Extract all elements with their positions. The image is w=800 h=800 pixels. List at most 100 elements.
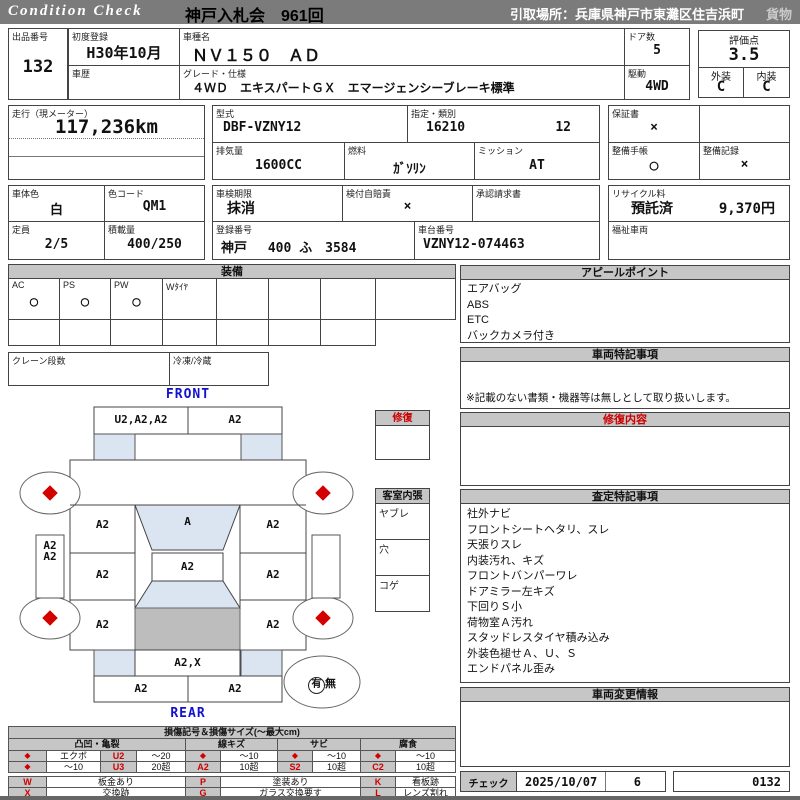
doors-value: 5 (653, 43, 661, 58)
displacement-cell: 排気量 1600CC (212, 142, 345, 180)
mileage-cell: 走行（現メーター） 117,236km (8, 105, 205, 180)
type-code-value: DBF-VZNY12 (223, 120, 302, 135)
fuel-cell: 燃料 ｶﾞｿﾘﾝ (344, 142, 475, 180)
registration-number-label: 登録番号 (216, 225, 253, 235)
maintenance-record-value: × (740, 157, 749, 172)
insurance-value: × (403, 199, 412, 214)
equipment-mark: ○ (29, 294, 39, 310)
cabin-tear-cell: ヤブレ (375, 503, 430, 540)
equipment-mark: ○ (132, 294, 141, 310)
equipment-cell-empty (268, 278, 321, 320)
mark-roof: A2 (180, 560, 195, 573)
drive-cell: 駆動 4WD (624, 65, 690, 100)
fuel-value: ｶﾞｿﾘﾝ (393, 162, 426, 177)
registration-number-cell: 登録番号 神戸 400 ふ 3584 (212, 221, 415, 260)
bottom-edge (0, 796, 800, 800)
color-code-value: QM1 (142, 199, 167, 214)
assessment-notes-header: 査定特記事項 (460, 489, 790, 504)
transmission-cell: ミッション AT (474, 142, 600, 180)
mark-front-right: A2 (266, 518, 280, 531)
class-value-2: 12 (555, 120, 571, 135)
repair-mini-header: 修復 (375, 410, 430, 426)
appeal-item: ETC (467, 314, 489, 326)
type-code-label: 型式 (216, 109, 235, 119)
equipment-cell-ac: AC ○ (8, 278, 60, 320)
cargo-tag: 貨物 (765, 7, 792, 22)
cabin-hole-cell: 穴 (375, 539, 430, 576)
appeal-points-body: エアバッグ ABS ETC バックカメラ付き (460, 279, 790, 343)
lot-number-cell: 出品番号 132 (8, 28, 68, 100)
inspection-value: 抹消 (227, 201, 255, 217)
check-label: チェック (468, 779, 509, 790)
check-code: 0132 (752, 775, 781, 789)
doors-cell: ドア数 5 (624, 28, 690, 66)
change-info-body (460, 701, 790, 767)
equipment-cell-empty (162, 319, 217, 346)
assessment-item: エンドパネル歪み (467, 663, 555, 675)
registration-number-value: 神戸 400 ふ 3584 (221, 241, 357, 256)
assessment-item: 天張りスレ (467, 539, 522, 551)
cabin-burn-cell: コゲ (375, 575, 430, 612)
warranty-cell: 保証書 × (608, 105, 700, 143)
assessment-item: フロントシートヘタリ、スレ (467, 523, 610, 536)
type-code-cell: 型式 DBF-VZNY12 (212, 105, 408, 143)
approval-request-label: 承認請求書 (476, 189, 522, 199)
transmission-label: ミッション (478, 146, 524, 156)
grade-cell: グレード・仕様 ４ＷＤ エキスパートＧＸ エマージェンシーブレーキ標準 (179, 65, 625, 100)
presence-yes-mark: 有 (308, 677, 325, 694)
appeal-item: ABS (467, 298, 490, 311)
mark-rear-right: A2 (266, 618, 280, 631)
cabin-tear-label: ヤブレ (379, 509, 409, 520)
legend-code-s2: S2 (277, 761, 313, 773)
check-number: 6 (633, 775, 641, 789)
vehicle-notes-body: ※記載のない書類・機器等は無しとして取り扱いします。 (460, 361, 790, 409)
mark-mid-left: A2 (95, 568, 110, 581)
load-capacity-cell: 積載量 400/250 (104, 221, 205, 260)
equipment-label: Wﾀｲﾔ (166, 282, 188, 292)
exterior-grade-value: C (716, 79, 726, 95)
legend-dent-size-2: 20超 (136, 761, 186, 773)
fridge-label: 冷凍/冷蔵 (173, 356, 212, 366)
mark-bottom-left: A2 (134, 682, 148, 695)
load-capacity-label: 積載量 (108, 225, 136, 235)
legend-dent-name-2: 〜10 (46, 761, 101, 773)
first-registration-cell: 初度登録 H30年10月 (68, 28, 180, 66)
equipment-label: AC (12, 280, 25, 290)
drive-value: 4WD (645, 79, 669, 94)
capacity-cell: 定員 2/5 (8, 221, 105, 260)
equipment-mark: ○ (80, 294, 90, 310)
model-name-cell: 車種名 ＮＶ１５０ ＡＤ (179, 28, 625, 66)
mark-rear-left: A2 (95, 618, 110, 631)
legend-corrosion-size-2: 10超 (395, 761, 456, 773)
chassis-number-value: VZNY12-074463 (423, 237, 525, 252)
model-name-value: ＮＶ１５０ ＡＤ (192, 46, 321, 65)
assessment-notes-body: 社外ナビ フロントシートヘタリ、スレ 天張りスレ 内装汚れ、キズ フロントバンパ… (460, 503, 790, 683)
exterior-grade-cell: 外装 C (698, 67, 744, 98)
vehicle-notes-header: 車両特記事項 (460, 347, 790, 362)
maintenance-record-label: 整備記録 (703, 146, 740, 156)
rear-label: REAR (170, 706, 206, 721)
assessment-item: ドアミラー左キズ (467, 585, 555, 598)
mark-rear-gate: A2,X (174, 656, 201, 669)
equipment-cell-empty (8, 319, 60, 346)
crane-stages-cell: クレーン段数 (8, 352, 170, 386)
mark-bottom-right: A2 (228, 682, 242, 695)
class-label: 指定・類別 (411, 109, 457, 119)
equipment-cell-ps: PS ○ (59, 278, 111, 320)
grade-value: ４ＷＤ エキスパートＧＸ エマージェンシーブレーキ標準 (192, 81, 515, 95)
transmission-value: AT (529, 158, 545, 173)
header-bar: Condition Check 神戸入札会 961回 引取場所：兵庫県神戸市東灘… (0, 0, 800, 25)
change-info-header: 車両変更情報 (460, 687, 790, 702)
mark-hood-right: A2 (228, 413, 242, 426)
class-cell: 指定・類別 16210 12 (407, 105, 600, 143)
warranty-label: 保証書 (612, 109, 640, 119)
inspection-cell: 車検期限 抹消 (212, 185, 343, 222)
legend-rust-size-2: 10超 (312, 761, 361, 773)
check-date-cell: 2025/10/07 6 (516, 771, 666, 792)
interior-grade-value: C (762, 79, 771, 95)
legend-code-a2: A2 (185, 761, 221, 773)
spare-presence: 有無 (296, 674, 348, 694)
load-capacity-value: 400/250 (127, 237, 182, 252)
fridge-cell: 冷凍/冷蔵 (169, 352, 269, 386)
appeal-item: バックカメラ付き (467, 329, 555, 342)
